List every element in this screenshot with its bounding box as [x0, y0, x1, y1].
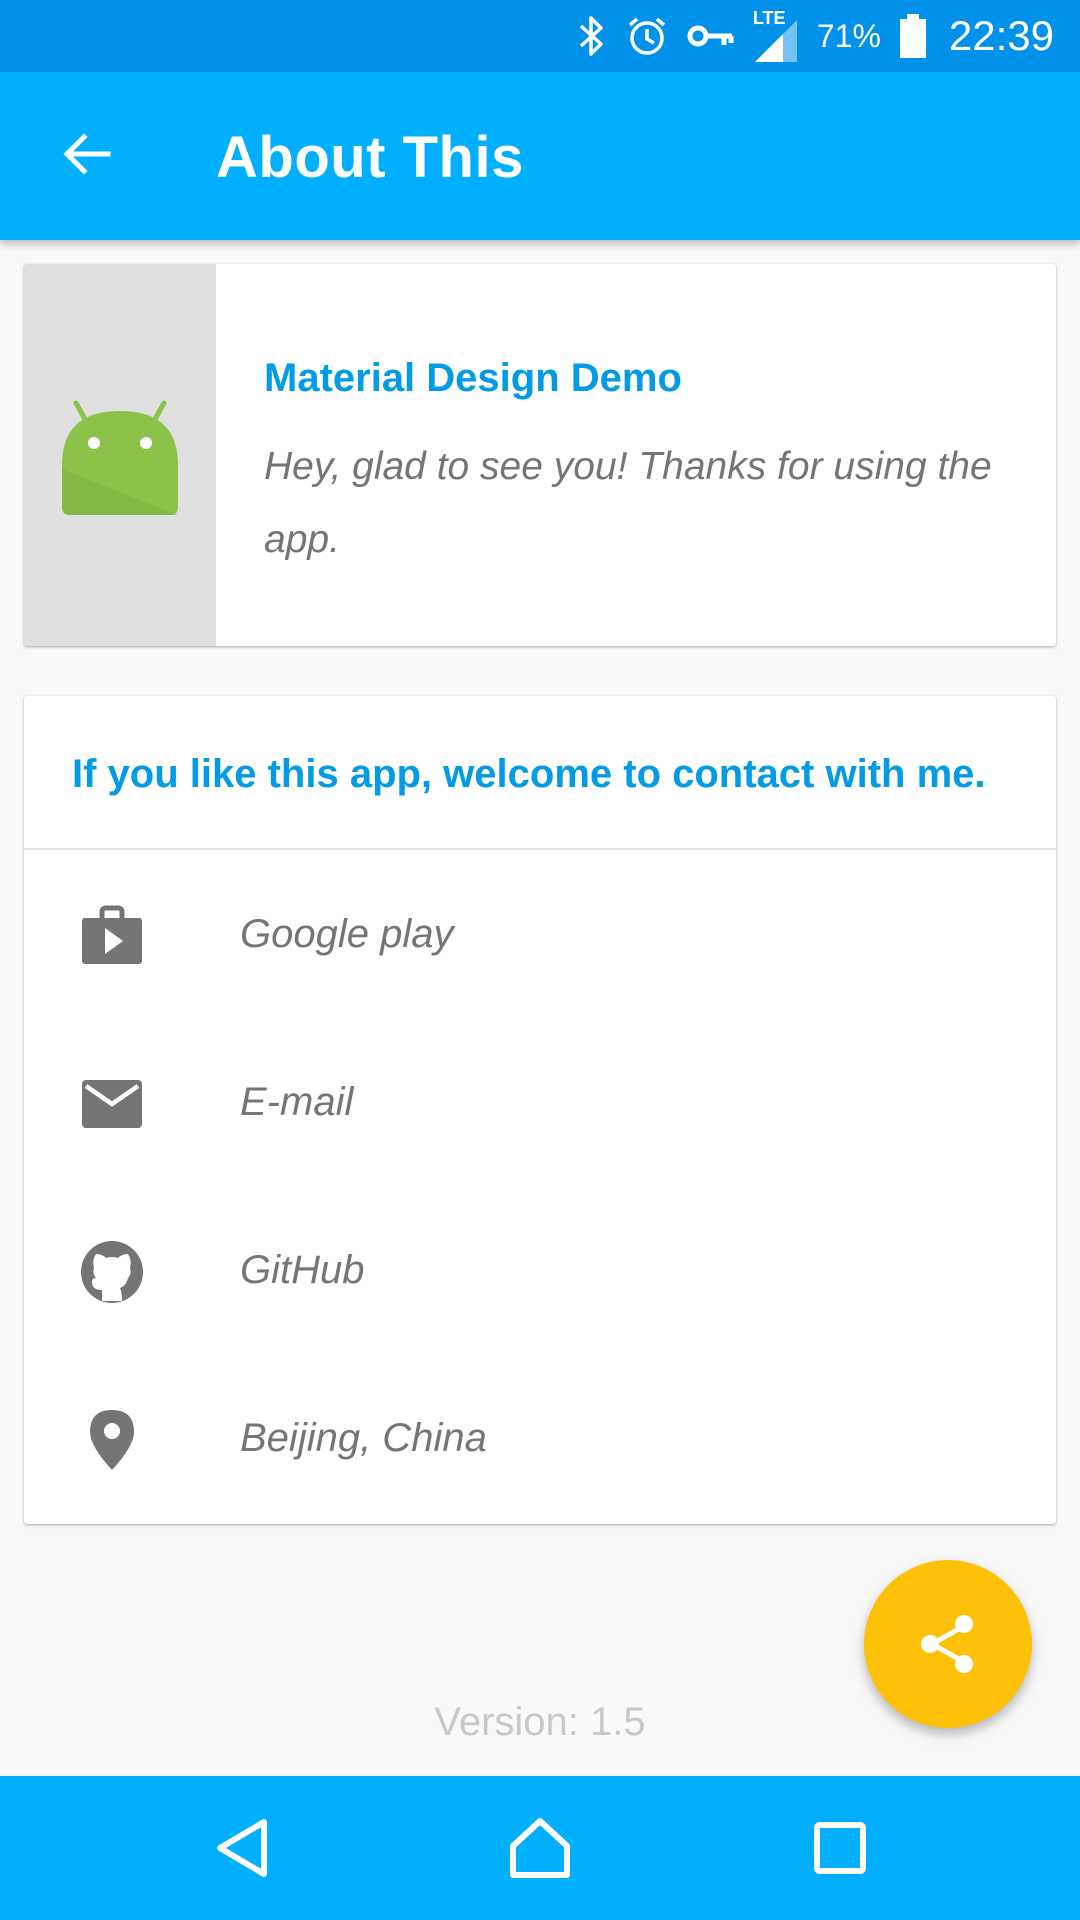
bluetooth-icon	[577, 14, 607, 58]
app-intro-card: Material Design Demo Hey, glad to see yo…	[24, 264, 1056, 646]
app-bar: About This	[0, 72, 1080, 240]
page-title: About This	[216, 125, 524, 190]
vpn-key-icon	[687, 21, 735, 51]
back-button[interactable]	[44, 112, 128, 196]
back-triangle-icon	[217, 1819, 267, 1877]
system-nav-bar	[0, 1776, 1080, 1920]
status-bar: LTE 71% 22:39	[0, 0, 1080, 72]
android-icon	[62, 400, 178, 515]
contact-heading: If you like this app, welcome to contact…	[72, 752, 986, 796]
location-pin-icon	[76, 1404, 148, 1476]
recents-square-icon	[814, 1822, 866, 1874]
arrow-back-icon	[63, 133, 111, 175]
contact-label: Beijing, China	[240, 1416, 487, 1460]
contact-label: GitHub	[240, 1248, 365, 1292]
email-icon	[76, 1068, 148, 1140]
contact-item-github[interactable]: GitHub	[24, 1188, 1056, 1356]
contact-label: E-mail	[240, 1080, 354, 1124]
home-icon	[510, 1818, 570, 1878]
share-icon	[921, 1615, 973, 1673]
contact-item-email[interactable]: E-mail	[24, 1020, 1056, 1188]
alarm-icon	[625, 14, 669, 58]
about-screen: LTE 71% 22:39 About This Material Design…	[0, 0, 1080, 1920]
nav-home-button[interactable]	[492, 1800, 588, 1896]
google-play-icon	[76, 900, 148, 972]
battery-percent: 71%	[816, 17, 881, 54]
contact-item-google-play[interactable]: Google play	[24, 852, 1056, 1020]
contact-label: Google play	[240, 912, 454, 956]
nav-back-button[interactable]	[194, 1800, 290, 1896]
divider	[24, 848, 1056, 850]
clock: 22:39	[948, 12, 1054, 59]
signal-icon: LTE	[753, 8, 799, 64]
network-type-label: LTE	[752, 8, 786, 28]
app-name: Material Design Demo	[264, 356, 682, 400]
contact-item-location[interactable]: Beijing, China	[24, 1356, 1056, 1524]
app-logo-panel	[24, 264, 216, 646]
battery-icon	[899, 14, 927, 58]
share-fab[interactable]	[864, 1560, 1032, 1728]
github-icon	[76, 1236, 148, 1308]
nav-recents-button[interactable]	[792, 1800, 888, 1896]
contact-card: If you like this app, welcome to contact…	[24, 696, 1056, 1524]
app-description: Hey, glad to see you! Thanks for using t…	[264, 445, 992, 561]
